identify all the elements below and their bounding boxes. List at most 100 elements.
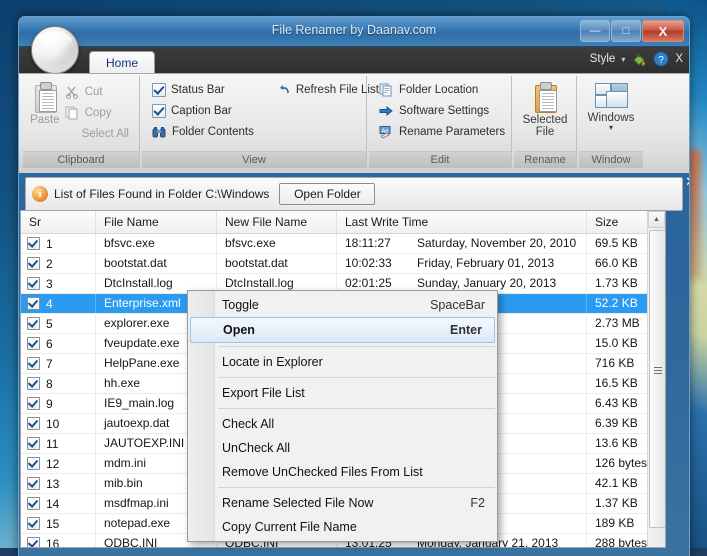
paint-bucket-icon[interactable]	[631, 51, 647, 67]
windows-button[interactable]: Windows ▾	[585, 80, 637, 151]
context-menu-item-label: Rename Selected File Now	[222, 496, 374, 510]
context-menu-item[interactable]: Export File List	[188, 381, 497, 405]
ribbon-group-window: Windows ▾ Window	[579, 76, 643, 168]
column-header-lastwritetime[interactable]: Last Write Time	[337, 211, 587, 233]
selected-file-label-2: File	[535, 126, 555, 138]
context-menu-item[interactable]: Rename Selected File Now F2	[188, 491, 497, 515]
row-index: 7	[46, 356, 53, 371]
help-icon[interactable]: ?	[653, 51, 669, 67]
row-checkbox[interactable]	[27, 337, 40, 350]
row-checkbox[interactable]	[27, 257, 40, 270]
table-row[interactable]: 2 bootstat.dat bootstat.dat 10:02:33 Friday,…	[21, 254, 665, 274]
context-menu-item-label: Remove UnChecked Files From List	[222, 465, 423, 479]
scrollbar-thumb[interactable]	[649, 230, 665, 528]
column-header-filename[interactable]: File Name	[96, 211, 217, 233]
row-checkbox[interactable]	[27, 457, 40, 470]
context-menu-item[interactable]: Remove UnChecked Files From List	[188, 460, 497, 484]
window-controls: — □ X	[580, 20, 684, 42]
info-bar-close-icon[interactable]: ✕	[685, 174, 689, 190]
refresh-file-list-button[interactable]: Refresh File List	[272, 80, 383, 99]
maximize-button[interactable]: □	[611, 20, 641, 42]
group-title-view: View	[142, 151, 366, 168]
minimize-button[interactable]: —	[580, 20, 610, 42]
chevron-down-icon[interactable]: ▾	[621, 55, 625, 64]
row-index: 11	[46, 436, 59, 451]
title-bar[interactable]: File Renamer by Daanav.com — □ X	[19, 17, 689, 46]
info-bar-text: List of Files Found in Folder C:\Windows	[54, 187, 270, 201]
group-title-edit: Edit	[369, 151, 511, 168]
row-checkbox[interactable]	[27, 477, 40, 490]
row-index: 6	[46, 336, 53, 351]
vertical-scrollbar[interactable]: ▲	[647, 211, 665, 547]
software-settings-button[interactable]: Software Settings	[375, 101, 509, 120]
application-orb-button[interactable]	[31, 26, 79, 74]
column-header-sr[interactable]: Sr	[21, 211, 96, 233]
copy-icon	[65, 106, 80, 120]
row-index: 10	[46, 416, 60, 431]
clipboard-icon	[32, 82, 58, 113]
select-all-button[interactable]: Select All	[61, 124, 133, 143]
row-checkbox[interactable]	[27, 237, 40, 250]
row-index: 16	[46, 536, 60, 548]
context-menu-item-label: Locate in Explorer	[222, 355, 323, 369]
row-sr-cell: 5	[21, 314, 96, 333]
context-menu-item[interactable]: UnCheck All	[188, 436, 497, 460]
row-checkbox[interactable]	[27, 497, 40, 510]
folder-contents-button[interactable]: Folder Contents	[148, 122, 258, 141]
caption-bar-toggle[interactable]: Caption Bar	[148, 101, 258, 120]
row-sr-cell: 2	[21, 254, 96, 273]
context-menu-item-label: UnCheck All	[222, 441, 291, 455]
selected-file-button[interactable]: Selected File	[520, 80, 570, 151]
context-menu-item-label: Toggle	[222, 298, 259, 312]
row-checkbox[interactable]	[27, 437, 40, 450]
row-checkbox[interactable]	[27, 537, 40, 547]
row-sr-cell: 4	[21, 294, 96, 313]
context-menu-item[interactable]: Check All	[188, 412, 497, 436]
row-lastwritetime-cell: 10:02:33 Friday, February 01, 2013	[337, 254, 587, 273]
row-checkbox[interactable]	[27, 417, 40, 430]
open-folder-button[interactable]: Open Folder	[279, 183, 376, 205]
cut-button[interactable]: Cut	[61, 82, 133, 101]
status-bar-toggle[interactable]: Status Bar	[148, 80, 258, 99]
row-checkbox[interactable]	[27, 317, 40, 330]
context-menu-item[interactable]: Copy Current File Name	[188, 515, 497, 539]
copy-button[interactable]: Copy	[61, 103, 133, 122]
tab-home[interactable]: Home	[89, 51, 155, 74]
row-sr-cell: 7	[21, 354, 96, 373]
rename-parameters-button[interactable]: Aa Rename Parameters	[375, 122, 509, 141]
row-checkbox[interactable]	[27, 517, 40, 530]
context-menu-separator	[218, 487, 495, 488]
column-header-newfilename[interactable]: New File Name	[217, 211, 337, 233]
row-checkbox[interactable]	[27, 297, 40, 310]
checkbox-checked-icon	[152, 103, 166, 118]
row-filename-cell: bootstat.dat	[96, 254, 217, 273]
style-label[interactable]: Style	[590, 53, 616, 65]
checkbox-checked-icon	[152, 82, 166, 97]
row-newfilename-cell: bootstat.dat	[217, 254, 337, 273]
software-settings-label: Software Settings	[399, 104, 490, 117]
paste-button[interactable]: Paste	[29, 80, 61, 151]
ribbon: Paste Cut Copy Select All Clipboard Stat…	[19, 73, 689, 173]
row-checkbox[interactable]	[27, 397, 40, 410]
context-menu-item[interactable]: Toggle SpaceBar	[188, 293, 497, 317]
context-menu-item[interactable]: Open Enter	[190, 317, 495, 343]
ribbon-group-rename: Selected File Rename	[514, 76, 577, 168]
context-menu-item[interactable]: Locate in Explorer	[188, 350, 497, 374]
scroll-up-arrow-icon[interactable]: ▲	[648, 211, 665, 228]
folder-location-button[interactable]: Folder Location	[375, 80, 509, 99]
cut-label: Cut	[84, 85, 103, 98]
file-list-header: Sr File Name New File Name Last Write Ti…	[21, 211, 665, 234]
row-newfilename-cell: bfsvc.exe	[217, 234, 337, 253]
row-index: 3	[46, 276, 53, 291]
row-sr-cell: 3	[21, 274, 96, 293]
table-row[interactable]: 1 bfsvc.exe bfsvc.exe 18:11:27 Saturday, Nov…	[21, 234, 665, 254]
row-checkbox[interactable]	[27, 377, 40, 390]
ribbon-close-icon[interactable]: X	[675, 53, 683, 65]
close-button[interactable]: X	[642, 20, 684, 42]
row-checkbox[interactable]	[27, 357, 40, 370]
folder-location-label: Folder Location	[399, 83, 479, 96]
context-menu-item-label: Copy Current File Name	[222, 520, 357, 534]
ribbon-group-clipboard: Paste Cut Copy Select All Clipboard	[23, 76, 140, 168]
row-checkbox[interactable]	[27, 277, 40, 290]
row-index: 13	[46, 476, 60, 491]
